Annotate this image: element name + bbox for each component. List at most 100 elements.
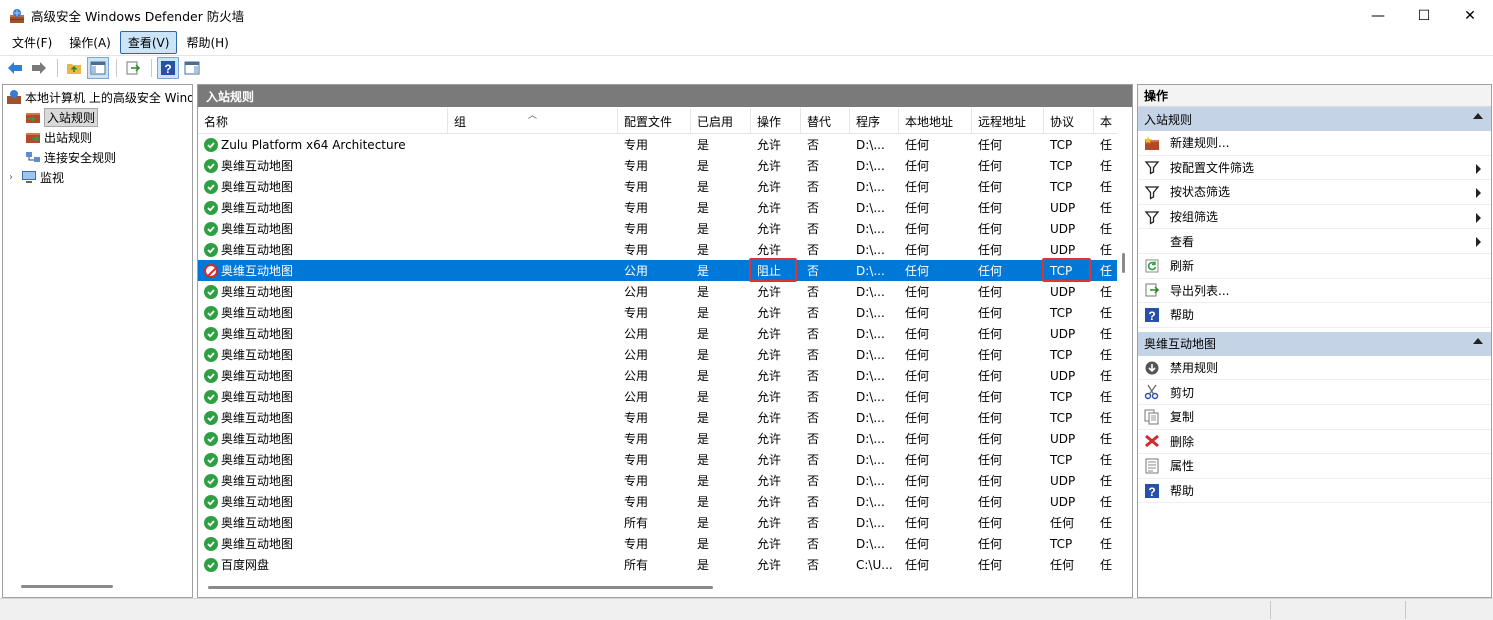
menu-file[interactable]: 文件(F) — [4, 31, 60, 54]
action-item[interactable]: 刷新 — [1138, 254, 1491, 279]
tree-item-monitor[interactable]: › 监视 — [9, 167, 64, 187]
rule-row[interactable]: 奥维互动地图 专用 是 允许 否 D:\... 任何 任何 UDP 任 — [198, 239, 1117, 260]
properties-icon — [1144, 458, 1160, 474]
column-header-name[interactable]: 名称 — [198, 108, 448, 134]
cell-enabled: 是 — [691, 533, 751, 554]
rules-vertical-scrollbar[interactable] — [1122, 253, 1125, 273]
action-item[interactable]: 导出列表... — [1138, 279, 1491, 304]
submenu-arrow-icon — [1476, 212, 1481, 223]
tree-item-outbound-rules[interactable]: 出站规则 — [25, 127, 92, 147]
show-hide-console-tree-button[interactable] — [87, 56, 109, 79]
column-header-more[interactable]: 本 — [1094, 108, 1117, 134]
column-header-override[interactable]: 替代 — [801, 108, 850, 134]
rule-row[interactable]: 奥维互动地图 公用 是 允许 否 D:\... 任何 任何 UDP 任 — [198, 323, 1117, 344]
cell-text: 任何 — [978, 495, 1003, 509]
rule-row[interactable]: 奥维互动地图 专用 是 允许 否 D:\... 任何 任何 UDP 任 — [198, 218, 1117, 239]
action-item[interactable]: 复制 — [1138, 405, 1491, 430]
rule-row[interactable]: 百度网盘 所有 是 允许 否 C:\U... 任何 任何 任何 任 — [198, 554, 1117, 575]
rule-row[interactable]: 奥维互动地图 公用 是 允许 否 D:\... 任何 任何 UDP 任 — [198, 365, 1117, 386]
rule-row[interactable]: 奥维互动地图 专用 是 允许 否 D:\... 任何 任何 TCP 任 — [198, 176, 1117, 197]
action-item[interactable]: 属性 — [1138, 454, 1491, 479]
rule-row[interactable]: 奥维互动地图 专用 是 允许 否 D:\... 任何 任何 UDP 任 — [198, 470, 1117, 491]
rules-horizontal-scrollbar[interactable] — [208, 586, 713, 589]
rule-row[interactable]: 奥维互动地图 专用 是 允许 否 D:\... 任何 任何 UDP 任 — [198, 428, 1117, 449]
cell-name: 奥维互动地图 — [198, 428, 448, 449]
column-label: 本地地址 — [905, 114, 954, 129]
column-header-remote-address[interactable]: 远程地址 — [972, 108, 1044, 134]
rule-row[interactable]: 奥维互动地图 公用 是 允许 否 D:\... 任何 任何 UDP 任 — [198, 281, 1117, 302]
menu-action[interactable]: 操作(A) — [61, 31, 119, 54]
action-item[interactable]: ? 帮助 — [1138, 303, 1491, 328]
back-button[interactable] — [4, 57, 26, 79]
action-section-header[interactable]: 入站规则 — [1138, 107, 1491, 131]
rule-row[interactable]: 奥维互动地图 公用 是 允许 否 D:\... 任何 任何 TCP 任 — [198, 386, 1117, 407]
cell-profile: 专用 — [618, 428, 691, 449]
cell-name: 奥维互动地图 — [198, 533, 448, 554]
action-item[interactable]: 新建规则... — [1138, 131, 1491, 156]
column-header-program[interactable]: 程序 — [850, 108, 899, 134]
close-button[interactable]: ✕ — [1447, 0, 1493, 31]
up-button[interactable] — [63, 57, 85, 79]
action-item[interactable]: 剪切 — [1138, 380, 1491, 405]
action-item[interactable]: 按组筛选 — [1138, 205, 1491, 230]
window-title: 高级安全 Windows Defender 防火墙 — [31, 9, 245, 24]
help-button[interactable]: ? — [157, 56, 179, 79]
rule-row[interactable]: 奥维互动地图 公用是阻止否 D:\... 任何 任何 TCP 任 — [198, 258, 1117, 282]
show-hide-action-pane-button[interactable] — [181, 57, 203, 79]
action-item[interactable]: ? 帮助 — [1138, 479, 1491, 504]
cell-more: 任 — [1094, 428, 1117, 449]
tree-item-inbound-rules[interactable]: 入站规则 — [25, 107, 99, 127]
action-item[interactable]: 禁用规则 — [1138, 356, 1491, 381]
rule-row[interactable]: Zulu Platform x64 Architecture 专用 是 允许 否 D:\.… — [198, 134, 1117, 155]
rule-row[interactable]: 奥维互动地图 专用 是 允许 否 D:\... 任何 任何 TCP 任 — [198, 533, 1117, 554]
tree-root[interactable]: 本地计算机 上的高级安全 Windows Defender 防火墙 — [6, 87, 192, 107]
menu-help[interactable]: 帮助(H) — [178, 31, 236, 54]
collapse-caret-icon[interactable] — [1473, 113, 1483, 119]
cell-text: 是 — [697, 390, 710, 404]
rule-row[interactable]: 奥维互动地图 所有 是 允许 否 D:\... 任何 任何 任何 任 — [198, 512, 1117, 533]
cell-text: 任何 — [978, 516, 1003, 530]
action-item[interactable]: 删除 — [1138, 430, 1491, 455]
cell-text: 允许 — [757, 327, 782, 341]
cell-override: 否 — [801, 155, 850, 176]
rule-row[interactable]: 奥维互动地图 专用 是 允许 否 D:\... 任何 任何 TCP 任 — [198, 407, 1117, 428]
tree-item-connection-security[interactable]: 连接安全规则 — [25, 147, 116, 167]
expand-chevron-icon[interactable]: › — [9, 172, 21, 183]
menu-view[interactable]: 查看(V) — [119, 30, 178, 54]
minimize-button[interactable]: — — [1355, 0, 1401, 31]
action-item[interactable]: 查看 — [1138, 229, 1491, 254]
console-tree: 本地计算机 上的高级安全 Windows Defender 防火墙 入站规则 出… — [2, 84, 193, 598]
column-header-local-address[interactable]: 本地地址 — [899, 108, 972, 134]
cell-protocol: UDP — [1044, 470, 1094, 491]
action-section-header[interactable]: 奥维互动地图 — [1138, 331, 1491, 356]
rule-row[interactable]: 奥维互动地图 公用 是 允许 否 D:\... 任何 任何 TCP 任 — [198, 344, 1117, 365]
export-list-button[interactable] — [122, 57, 144, 79]
cell-text: 否 — [807, 432, 820, 446]
forward-button[interactable] — [28, 57, 50, 79]
cell-text: 否 — [807, 306, 820, 320]
status-separator — [1270, 601, 1271, 619]
tree-horizontal-scrollbar[interactable] — [21, 585, 113, 588]
column-header-protocol[interactable]: 协议 — [1044, 108, 1094, 134]
cell-action: 允许 — [751, 218, 801, 239]
maximize-button[interactable]: ☐ — [1401, 0, 1447, 31]
cell-more: 任 — [1094, 344, 1117, 365]
cell-text: 任何 — [905, 222, 930, 236]
action-item[interactable]: 按状态筛选 — [1138, 180, 1491, 205]
column-header-profile[interactable]: 配置文件 — [618, 108, 691, 134]
cell-enabled: 是 — [691, 428, 751, 449]
rule-row[interactable]: 奥维互动地图 专用 是 允许 否 D:\... 任何 任何 TCP 任 — [198, 449, 1117, 470]
cell-more: 任 — [1094, 512, 1117, 533]
rule-row[interactable]: 奥维互动地图 专用 是 允许 否 D:\... 任何 任何 TCP 任 — [198, 302, 1117, 323]
column-header-action[interactable]: 操作 — [751, 108, 801, 134]
cell-program: D:\... — [850, 491, 899, 512]
rule-row[interactable]: 奥维互动地图 专用 是 允许 否 D:\... 任何 任何 TCP 任 — [198, 155, 1117, 176]
rule-row[interactable]: 奥维互动地图 专用 是 允许 否 D:\... 任何 任何 UDP 任 — [198, 197, 1117, 218]
cell-text: 任何 — [905, 264, 930, 278]
column-header-enabled[interactable]: 已启用 — [691, 108, 751, 134]
cell-text: D:\... — [856, 368, 885, 383]
action-item[interactable]: 按配置文件筛选 — [1138, 156, 1491, 181]
cell-text: UDP — [1050, 473, 1076, 488]
rule-row[interactable]: 奥维互动地图 专用 是 允许 否 D:\... 任何 任何 UDP 任 — [198, 491, 1117, 512]
collapse-caret-icon[interactable] — [1473, 337, 1483, 344]
